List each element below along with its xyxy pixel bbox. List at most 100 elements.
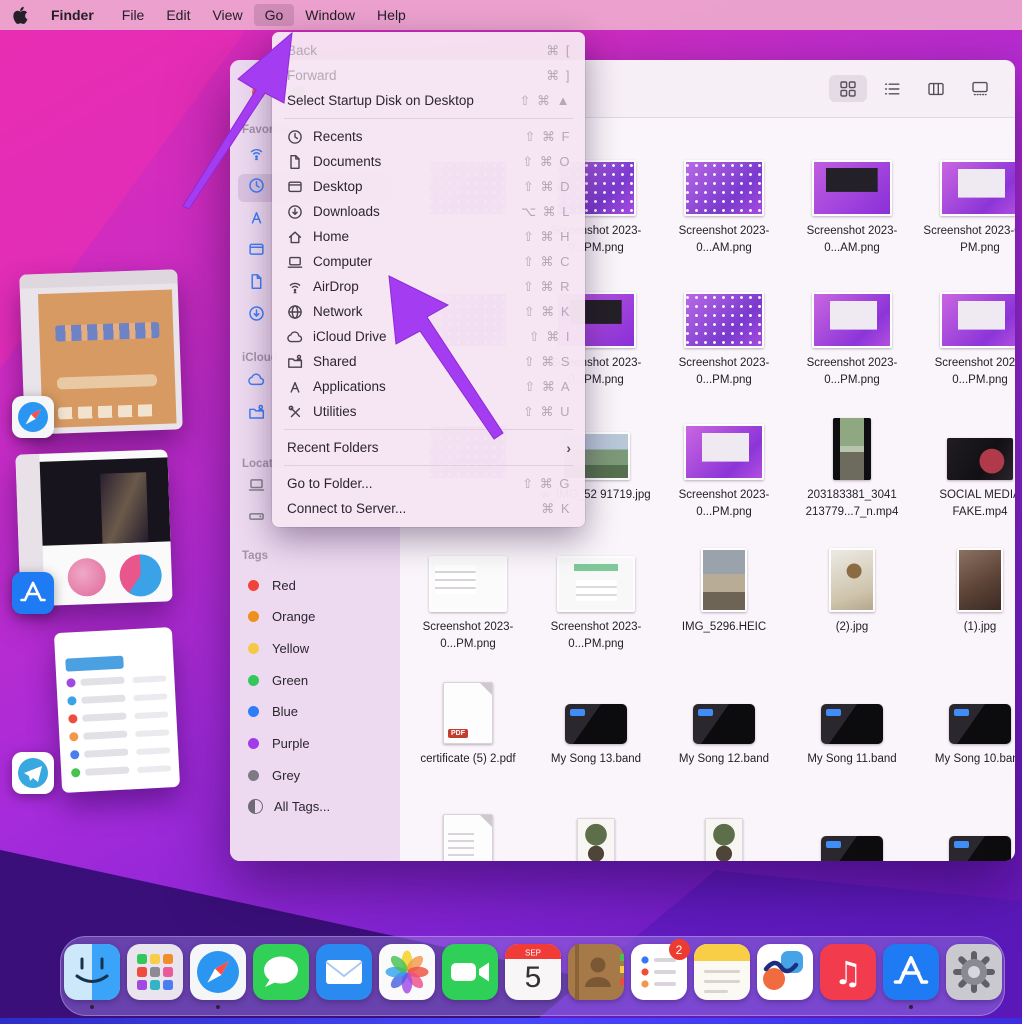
file-item[interactable]: Screenshot 2023-0...AM.png xyxy=(788,138,916,270)
network-icon xyxy=(287,304,313,320)
menu-item-label: Network xyxy=(313,304,363,319)
list-view-button[interactable] xyxy=(873,75,911,102)
dock-safari-icon[interactable] xyxy=(189,944,247,1010)
sidebar-all-tags[interactable]: All Tags... xyxy=(238,794,392,820)
file-item[interactable]: My Song 10.band xyxy=(916,666,1015,798)
preview-message-line xyxy=(137,765,171,773)
menu-item-shortcut: ⇧ ⌘ R xyxy=(523,279,571,295)
file-item[interactable] xyxy=(404,798,532,861)
sidebar-tag-blue[interactable]: Blue xyxy=(238,699,392,725)
menu-item-desktop[interactable]: Desktop⇧ ⌘ D xyxy=(272,174,585,199)
menu-item-icloud-drive[interactable]: iCloud Drive⇧ ⌘ I xyxy=(272,324,585,349)
menu-item-go-to-folder[interactable]: Go to Folder...⇧ ⌘ G xyxy=(272,471,585,496)
dock-facetime-icon[interactable] xyxy=(441,944,499,1010)
dock-messages-icon[interactable] xyxy=(252,944,310,1010)
file-item[interactable] xyxy=(660,798,788,861)
file-item[interactable]: Screenshot 2023-0...PM.png xyxy=(916,270,1015,402)
sidebar-tag-green[interactable]: Green xyxy=(238,667,392,693)
icon-view-button[interactable] xyxy=(829,75,867,102)
menu-item-airdrop[interactable]: AirDrop ⇧ ⌘ R xyxy=(272,274,585,299)
menubar-item-view[interactable]: View xyxy=(201,4,253,26)
menubar-item-window[interactable]: Window xyxy=(294,4,366,26)
menu-item-forward[interactable]: Forward⌘ ] xyxy=(272,63,585,88)
dock-notes-icon[interactable] xyxy=(693,944,751,1010)
file-item[interactable]: Screenshot 2023-0...PM.png xyxy=(532,534,660,666)
menubar-item-file[interactable]: File xyxy=(111,4,156,26)
file-item[interactable] xyxy=(788,798,916,861)
tag-label: Purple xyxy=(272,736,310,751)
expose-preview-telegram[interactable] xyxy=(54,627,180,793)
file-name: Screenshot 2023-0...PM.png xyxy=(916,355,1015,388)
menu-item-applications[interactable]: Applications ⇧ ⌘ A xyxy=(272,374,585,399)
menu-separator xyxy=(284,465,573,466)
sidebar-tag-red[interactable]: Red xyxy=(238,572,392,598)
dock-launchpad-icon[interactable] xyxy=(126,944,184,1010)
menu-item-select-startup-disk-on-desktop[interactable]: Select Startup Disk on Desktop⇧ ⌘ ▲ xyxy=(272,88,585,113)
file-item[interactable]: Screenshot 2023-0...1 PM.png xyxy=(916,138,1015,270)
menu-item-connect-to-server[interactable]: Connect to Server...⌘ K xyxy=(272,496,585,521)
file-item[interactable]: Screenshot 2023-0...PM.png xyxy=(660,402,788,534)
menu-item-shared[interactable]: Shared⇧ ⌘ S xyxy=(272,349,585,374)
file-item[interactable]: certificate (5) 2.pdf xyxy=(404,666,532,798)
file-thumbnail xyxy=(404,666,532,744)
file-thumbnail xyxy=(404,534,532,612)
menu-item-shortcut: ⇧ ⌘ A xyxy=(524,379,571,395)
file-item[interactable]: 203183381_3041 213779...7_n.mp4 xyxy=(788,402,916,534)
dock-calendar-icon[interactable]: SEP5 xyxy=(504,944,562,1010)
go-menu-dropdown: Back⌘ [Forward⌘ ]Select Startup Disk on … xyxy=(272,32,585,527)
dock-photos-icon[interactable] xyxy=(378,944,436,1010)
file-item[interactable]: My Song 11.band xyxy=(788,666,916,798)
dock-app-store-icon[interactable] xyxy=(882,944,940,1010)
apple-menu-icon[interactable] xyxy=(0,6,40,24)
preview-circle-pink xyxy=(67,558,106,597)
menu-item-recents[interactable]: Recents⇧ ⌘ F xyxy=(272,124,585,149)
file-item[interactable]: Screenshot 2023-0...PM.png xyxy=(660,270,788,402)
dock-reminders-icon[interactable]: 2 xyxy=(630,944,688,1010)
dock-music-icon[interactable]: ♫ xyxy=(819,944,877,1010)
gallery-view-button[interactable] xyxy=(961,75,999,102)
menu-item-label: Recents xyxy=(313,129,363,144)
column-view-button[interactable] xyxy=(917,75,955,102)
file-item[interactable] xyxy=(916,798,1015,861)
dock-mail-icon[interactable] xyxy=(315,944,373,1010)
sidebar-tag-grey[interactable]: Grey xyxy=(238,762,392,788)
preview-chat-line xyxy=(83,731,127,740)
all-tags-icon xyxy=(248,799,263,814)
file-item[interactable]: (1).jpg xyxy=(916,534,1015,666)
recents-icon xyxy=(248,177,265,199)
menu-item-downloads[interactable]: Downloads⌥ ⌘ L xyxy=(272,199,585,224)
menubar-item-go[interactable]: Go xyxy=(254,4,295,26)
menubar-item-help[interactable]: Help xyxy=(366,4,417,26)
dock-contacts-icon[interactable] xyxy=(567,944,625,1010)
menubar-item-finder[interactable]: Finder xyxy=(40,4,105,26)
file-item[interactable]: Screenshot 2023-0...PM.png xyxy=(404,534,532,666)
menu-item-recent-folders[interactable]: Recent Folders› xyxy=(272,435,585,460)
file-item[interactable]: My Song 12.band xyxy=(660,666,788,798)
file-item[interactable]: Screenshot 2023-0...PM.png xyxy=(788,270,916,402)
file-item[interactable]: SOCIAL MEDIA FAKE.mp4 xyxy=(916,402,1015,534)
menu-item-label: AirDrop xyxy=(313,279,359,294)
menu-item-documents[interactable]: Documents⇧ ⌘ O xyxy=(272,149,585,174)
menu-item-computer[interactable]: Computer⇧ ⌘ C xyxy=(272,249,585,274)
menubar-item-edit[interactable]: Edit xyxy=(155,4,201,26)
menu-item-label: Applications xyxy=(313,379,386,394)
file-item[interactable]: (2).jpg xyxy=(788,534,916,666)
dock-system-settings-icon[interactable] xyxy=(945,944,1003,1010)
dock-finder-icon[interactable] xyxy=(63,944,121,1010)
dock-squiggle-app-icon[interactable] xyxy=(756,944,814,1010)
menu-item-back[interactable]: Back⌘ [ xyxy=(272,38,585,63)
file-item[interactable]: Screenshot 2023-0...AM.png xyxy=(660,138,788,270)
sidebar-tag-orange[interactable]: Orange xyxy=(238,604,392,630)
sidebar-tag-purple[interactable]: Purple xyxy=(238,731,392,757)
close-button[interactable] xyxy=(252,86,265,99)
file-thumbnail xyxy=(916,138,1015,216)
file-item[interactable] xyxy=(532,798,660,861)
preview-message-line xyxy=(135,729,169,737)
menu-item-shortcut: ⌘ [ xyxy=(546,43,571,59)
file-item[interactable]: My Song 13.band xyxy=(532,666,660,798)
menu-item-home[interactable]: Home⇧ ⌘ H xyxy=(272,224,585,249)
sidebar-tag-yellow[interactable]: Yellow xyxy=(238,635,392,661)
file-item[interactable]: IMG_5296.HEIC xyxy=(660,534,788,666)
menu-item-network[interactable]: Network⇧ ⌘ K xyxy=(272,299,585,324)
menu-item-utilities[interactable]: Utilities⇧ ⌘ U xyxy=(272,399,585,424)
